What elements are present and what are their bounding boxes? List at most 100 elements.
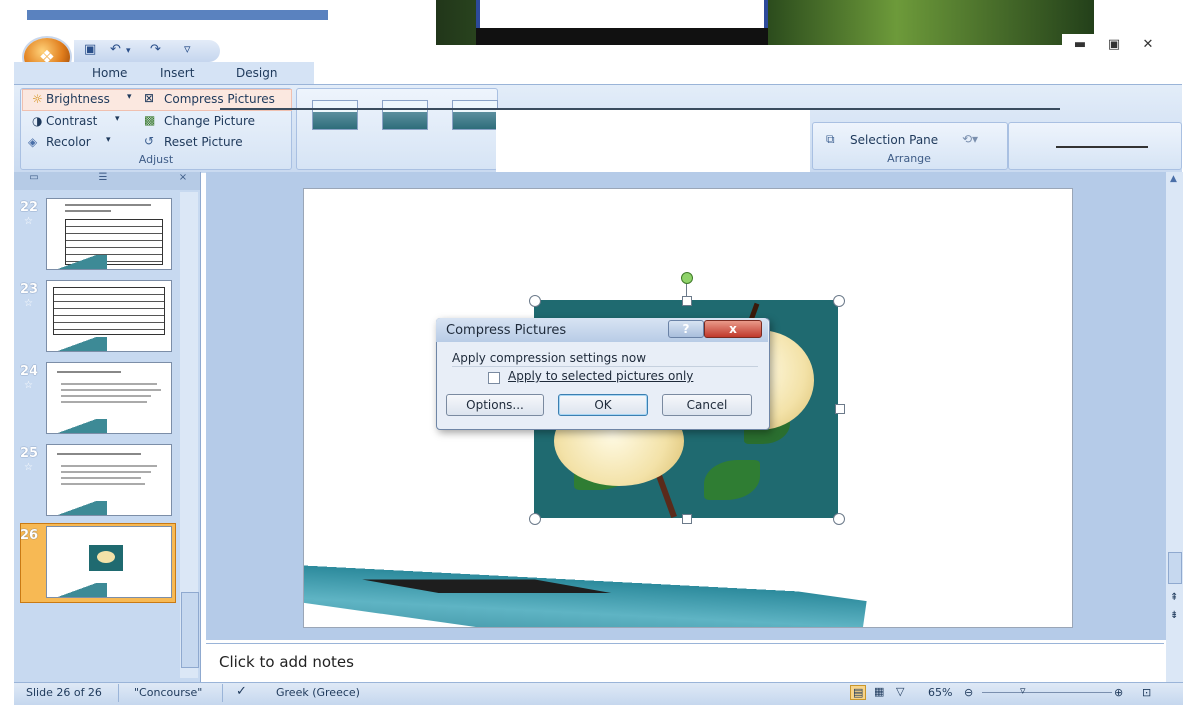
selection-pane-icon: ⧉: [826, 132, 835, 146]
resize-handle[interactable]: [682, 296, 692, 306]
options-button[interactable]: Options...: [446, 394, 544, 416]
change-picture-icon: ▩: [144, 113, 156, 127]
quick-access-toolbar: ▣ ↶ ▾ ↷ ▿: [74, 40, 220, 62]
adjust-group-label: Adjust: [138, 153, 174, 166]
contrast-button[interactable]: Contrast: [46, 114, 97, 128]
slide-counter: Slide 26 of 26: [26, 686, 102, 699]
rotate-handle[interactable]: [681, 272, 693, 284]
slide-thumbnail-23[interactable]: [46, 280, 172, 352]
reset-picture-button[interactable]: Reset Picture: [164, 135, 243, 149]
resize-handle[interactable]: [529, 295, 541, 307]
picture-style-3[interactable]: [452, 100, 498, 130]
cancel-button[interactable]: Cancel: [662, 394, 752, 416]
recolor-dropdown-icon[interactable]: ▾: [106, 135, 111, 145]
close-panel-icon[interactable]: ×: [176, 172, 190, 188]
next-slide-icon[interactable]: ⇟: [1170, 610, 1178, 621]
scroll-thumb[interactable]: [1168, 552, 1182, 584]
recolor-icon: ◈: [28, 135, 38, 149]
outline-tab-icon[interactable]: ☰: [86, 172, 120, 188]
slide-number: 25: [20, 446, 39, 461]
divider: [452, 366, 758, 367]
zoom-in-icon[interactable]: ⊕: [1114, 686, 1123, 699]
slide-sorter-icon[interactable]: ▦: [874, 685, 884, 698]
title-bar-fragment: [27, 10, 328, 20]
dialog-heading: Apply compression settings now: [452, 351, 647, 365]
white-box: [476, 0, 768, 28]
slide-thumbnail-25[interactable]: [46, 444, 172, 516]
close-window-icon[interactable]: ✕: [1132, 34, 1164, 58]
tab-home[interactable]: Home: [92, 66, 127, 80]
previous-slide-icon[interactable]: ⇞: [1170, 592, 1178, 603]
dialog-title: Compress Pictures: [446, 323, 567, 338]
customize-icon[interactable]: ▿: [184, 42, 191, 57]
brightness-button[interactable]: Brightness: [46, 92, 110, 106]
contrast-dropdown-icon[interactable]: ▾: [115, 114, 120, 124]
apply-selected-checkbox[interactable]: [488, 372, 500, 384]
notes-placeholder: Click to add notes: [219, 653, 354, 671]
change-picture-button[interactable]: Change Picture: [164, 114, 255, 128]
resize-handle[interactable]: [835, 404, 845, 414]
theme-name: "Concourse": [134, 686, 203, 699]
arrange-group-label: Arrange: [887, 152, 931, 165]
brightness-dropdown-icon[interactable]: ▾: [127, 92, 132, 102]
spell-check-icon[interactable]: ✓: [236, 684, 247, 699]
resize-handle[interactable]: [682, 514, 692, 524]
rotate-stem: [686, 282, 687, 296]
normal-view-icon[interactable]: ▤: [850, 685, 867, 700]
transition-icon: ☆: [24, 298, 33, 309]
close-dialog-button[interactable]: x: [704, 320, 762, 338]
scroll-up-icon[interactable]: ▲: [1170, 174, 1177, 184]
slides-tab-icon[interactable]: ▭: [22, 172, 46, 188]
resize-handle[interactable]: [833, 513, 845, 525]
minimize-icon[interactable]: ▬: [1064, 34, 1096, 58]
leaf: [704, 460, 760, 500]
restore-icon[interactable]: ▣: [1098, 34, 1130, 58]
resize-handle[interactable]: [833, 295, 845, 307]
panel-scroll-thumb[interactable]: [181, 592, 199, 668]
resize-handle[interactable]: [529, 513, 541, 525]
picture-style-1[interactable]: [312, 100, 358, 130]
slide-number: 22: [20, 200, 39, 215]
undo-dropdown-icon[interactable]: ▾: [126, 46, 131, 56]
separator: [118, 684, 119, 702]
background-photo-fragment: [436, 0, 1094, 45]
brightness-icon: ☼: [32, 92, 43, 106]
rotate-icon[interactable]: ⟲▾: [962, 132, 978, 146]
slide-number: 23: [20, 282, 39, 297]
checkbox-label[interactable]: Apply to selected pictures only: [508, 369, 693, 383]
reset-picture-icon: ↺: [144, 134, 155, 148]
save-icon[interactable]: ▣: [84, 42, 96, 57]
slide-number: 26: [20, 528, 39, 543]
fit-to-window-icon[interactable]: ⊡: [1142, 686, 1151, 699]
slide-thumbnail-26[interactable]: [46, 526, 172, 598]
undo-icon[interactable]: ↶: [110, 42, 121, 57]
zoom-slider-thumb[interactable]: ▿: [1020, 684, 1026, 697]
recolor-button[interactable]: Recolor: [46, 135, 91, 149]
zoom-slider-track[interactable]: [982, 692, 1112, 693]
selection-pane-button[interactable]: Selection Pane: [850, 133, 938, 147]
slide-thumbnail-24[interactable]: [46, 362, 172, 434]
compress-pictures-button[interactable]: Compress Pictures: [164, 92, 275, 106]
separator: [222, 684, 223, 702]
slide-thumbnail-22[interactable]: [46, 198, 172, 270]
transition-icon: ☆: [24, 216, 33, 227]
tab-insert[interactable]: Insert: [160, 66, 194, 80]
tab-design[interactable]: Design: [236, 66, 277, 80]
redo-icon[interactable]: ↷: [150, 42, 161, 57]
occluding-line: [220, 108, 1060, 110]
zoom-level[interactable]: 65%: [928, 686, 952, 699]
language[interactable]: Greek (Greece): [276, 686, 360, 699]
black-bar: [476, 28, 768, 45]
transition-icon: ☆: [24, 380, 33, 391]
zoom-out-icon[interactable]: ⊖: [964, 686, 973, 699]
picture-style-2[interactable]: [382, 100, 428, 130]
window-controls: ▬ ▣ ✕: [1062, 34, 1164, 62]
slide-show-icon[interactable]: ▽: [896, 685, 904, 698]
slide-number: 24: [20, 364, 39, 379]
compress-pictures-icon: ⊠: [144, 91, 155, 105]
ok-button[interactable]: OK: [558, 394, 648, 416]
transition-icon: ☆: [24, 462, 33, 473]
notes-pane[interactable]: Click to add notes: [206, 643, 1164, 682]
help-button[interactable]: ?: [668, 320, 704, 338]
vertical-scrollbar[interactable]: ▲ ⇞ ⇟: [1166, 172, 1183, 682]
